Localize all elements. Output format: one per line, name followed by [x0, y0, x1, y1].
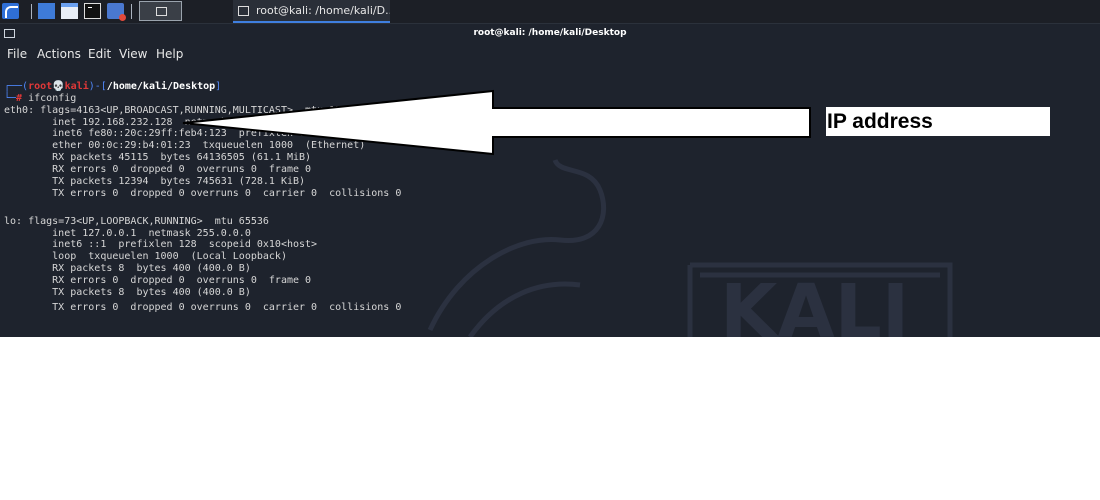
command-line: └─# ifconfig: [4, 93, 76, 104]
desktop-icon[interactable]: [38, 3, 55, 19]
taskbar: root@kali: /home/kali/D...: [0, 0, 1100, 24]
output-line: TX errors 0 dropped 0 overruns 0 carrier…: [4, 302, 402, 313]
taskbar-separator: [131, 4, 132, 19]
skull-icon: 💀: [52, 81, 65, 92]
output-line: RX errors 0 dropped 0 overruns 0 frame 0: [4, 164, 312, 175]
annotation-label: IP address: [826, 107, 1050, 136]
terminal-icon[interactable]: [84, 3, 101, 19]
files-icon[interactable]: [61, 3, 78, 19]
output-line: lo: flags=73<UP,LOOPBACK,RUNNING> mtu 65…: [4, 216, 269, 227]
prompt-bracket: ]: [215, 81, 222, 92]
workspace-icon[interactable]: [139, 1, 182, 21]
terminal-output[interactable]: KALI ┌──(root💀kali)-[/home/kali/Desktop]…: [0, 65, 1100, 337]
prompt-user: root: [28, 81, 53, 92]
menu-actions[interactable]: Actions: [37, 47, 81, 61]
output-line-ip: inet 192.168.232.128 netmask 255.255.255…: [4, 117, 474, 128]
taskbar-separator: [31, 4, 32, 19]
output-line: RX packets 45115 bytes 64136505 (61.1 Mi…: [4, 152, 312, 163]
desktop-screenshot: root@kali: /home/kali/D... root@kali: /h…: [0, 0, 1100, 337]
taskbar-task-terminal[interactable]: root@kali: /home/kali/D...: [233, 0, 390, 23]
kali-menu-icon[interactable]: [2, 3, 19, 19]
prompt-line: ┌──(root💀kali)-[/home/kali/Desktop]: [4, 81, 221, 92]
output-line: loop txqueuelen 1000 (Local Loopback): [4, 251, 287, 262]
output-line: eth0: flags=4163<UP,BROADCAST,RUNNING,MU…: [4, 105, 354, 116]
menu-file[interactable]: File: [7, 47, 27, 61]
prompt-path: /home/kali/Desktop: [106, 81, 216, 92]
command-text: ifconfig: [28, 93, 77, 104]
task-label: root@kali: /home/kali/D...: [256, 4, 390, 17]
output-line: RX packets 8 bytes 400 (400.0 B): [4, 263, 251, 274]
prompt-host: kali: [64, 81, 89, 92]
prompt-corner: └─: [4, 93, 17, 104]
output-line: TX packets 12394 bytes 745631 (728.1 KiB…: [4, 176, 306, 187]
output-line: RX errors 0 dropped 0 overruns 0 frame 0: [4, 275, 312, 286]
window-title: root@kali: /home/kali/Desktop: [473, 28, 627, 38]
output-line: ether 00:0c:29:b4:01:23 txqueuelen 1000 …: [4, 140, 366, 151]
prompt-bracket: ┌──(: [4, 81, 29, 92]
terminal-window-icon: [238, 6, 249, 16]
window-icon[interactable]: [4, 29, 15, 38]
output-line: TX packets 8 bytes 400 (400.0 B): [4, 287, 251, 298]
watermark-text: KALI: [720, 269, 909, 337]
menu-edit[interactable]: Edit: [88, 47, 111, 61]
window-title-bar[interactable]: root@kali: /home/kali/Desktop: [0, 24, 1100, 43]
browser-icon[interactable]: [107, 3, 126, 21]
prompt-hash: #: [16, 93, 23, 104]
output-line: inet6 fe80::20c:29ff:feb4:123 prefixlen …: [4, 128, 432, 139]
output-line: inet6 ::1 prefixlen 128 scopeid 0x10<hos…: [4, 239, 318, 250]
menu-view[interactable]: View: [119, 47, 147, 61]
menu-help[interactable]: Help: [156, 47, 183, 61]
menu-bar: File Actions Edit View Help: [0, 43, 1100, 65]
output-line: TX errors 0 dropped 0 overruns 0 carrier…: [4, 188, 402, 199]
output-line: inet 127.0.0.1 netmask 255.0.0.0: [4, 228, 251, 239]
prompt-bracket: )-[: [88, 81, 107, 92]
